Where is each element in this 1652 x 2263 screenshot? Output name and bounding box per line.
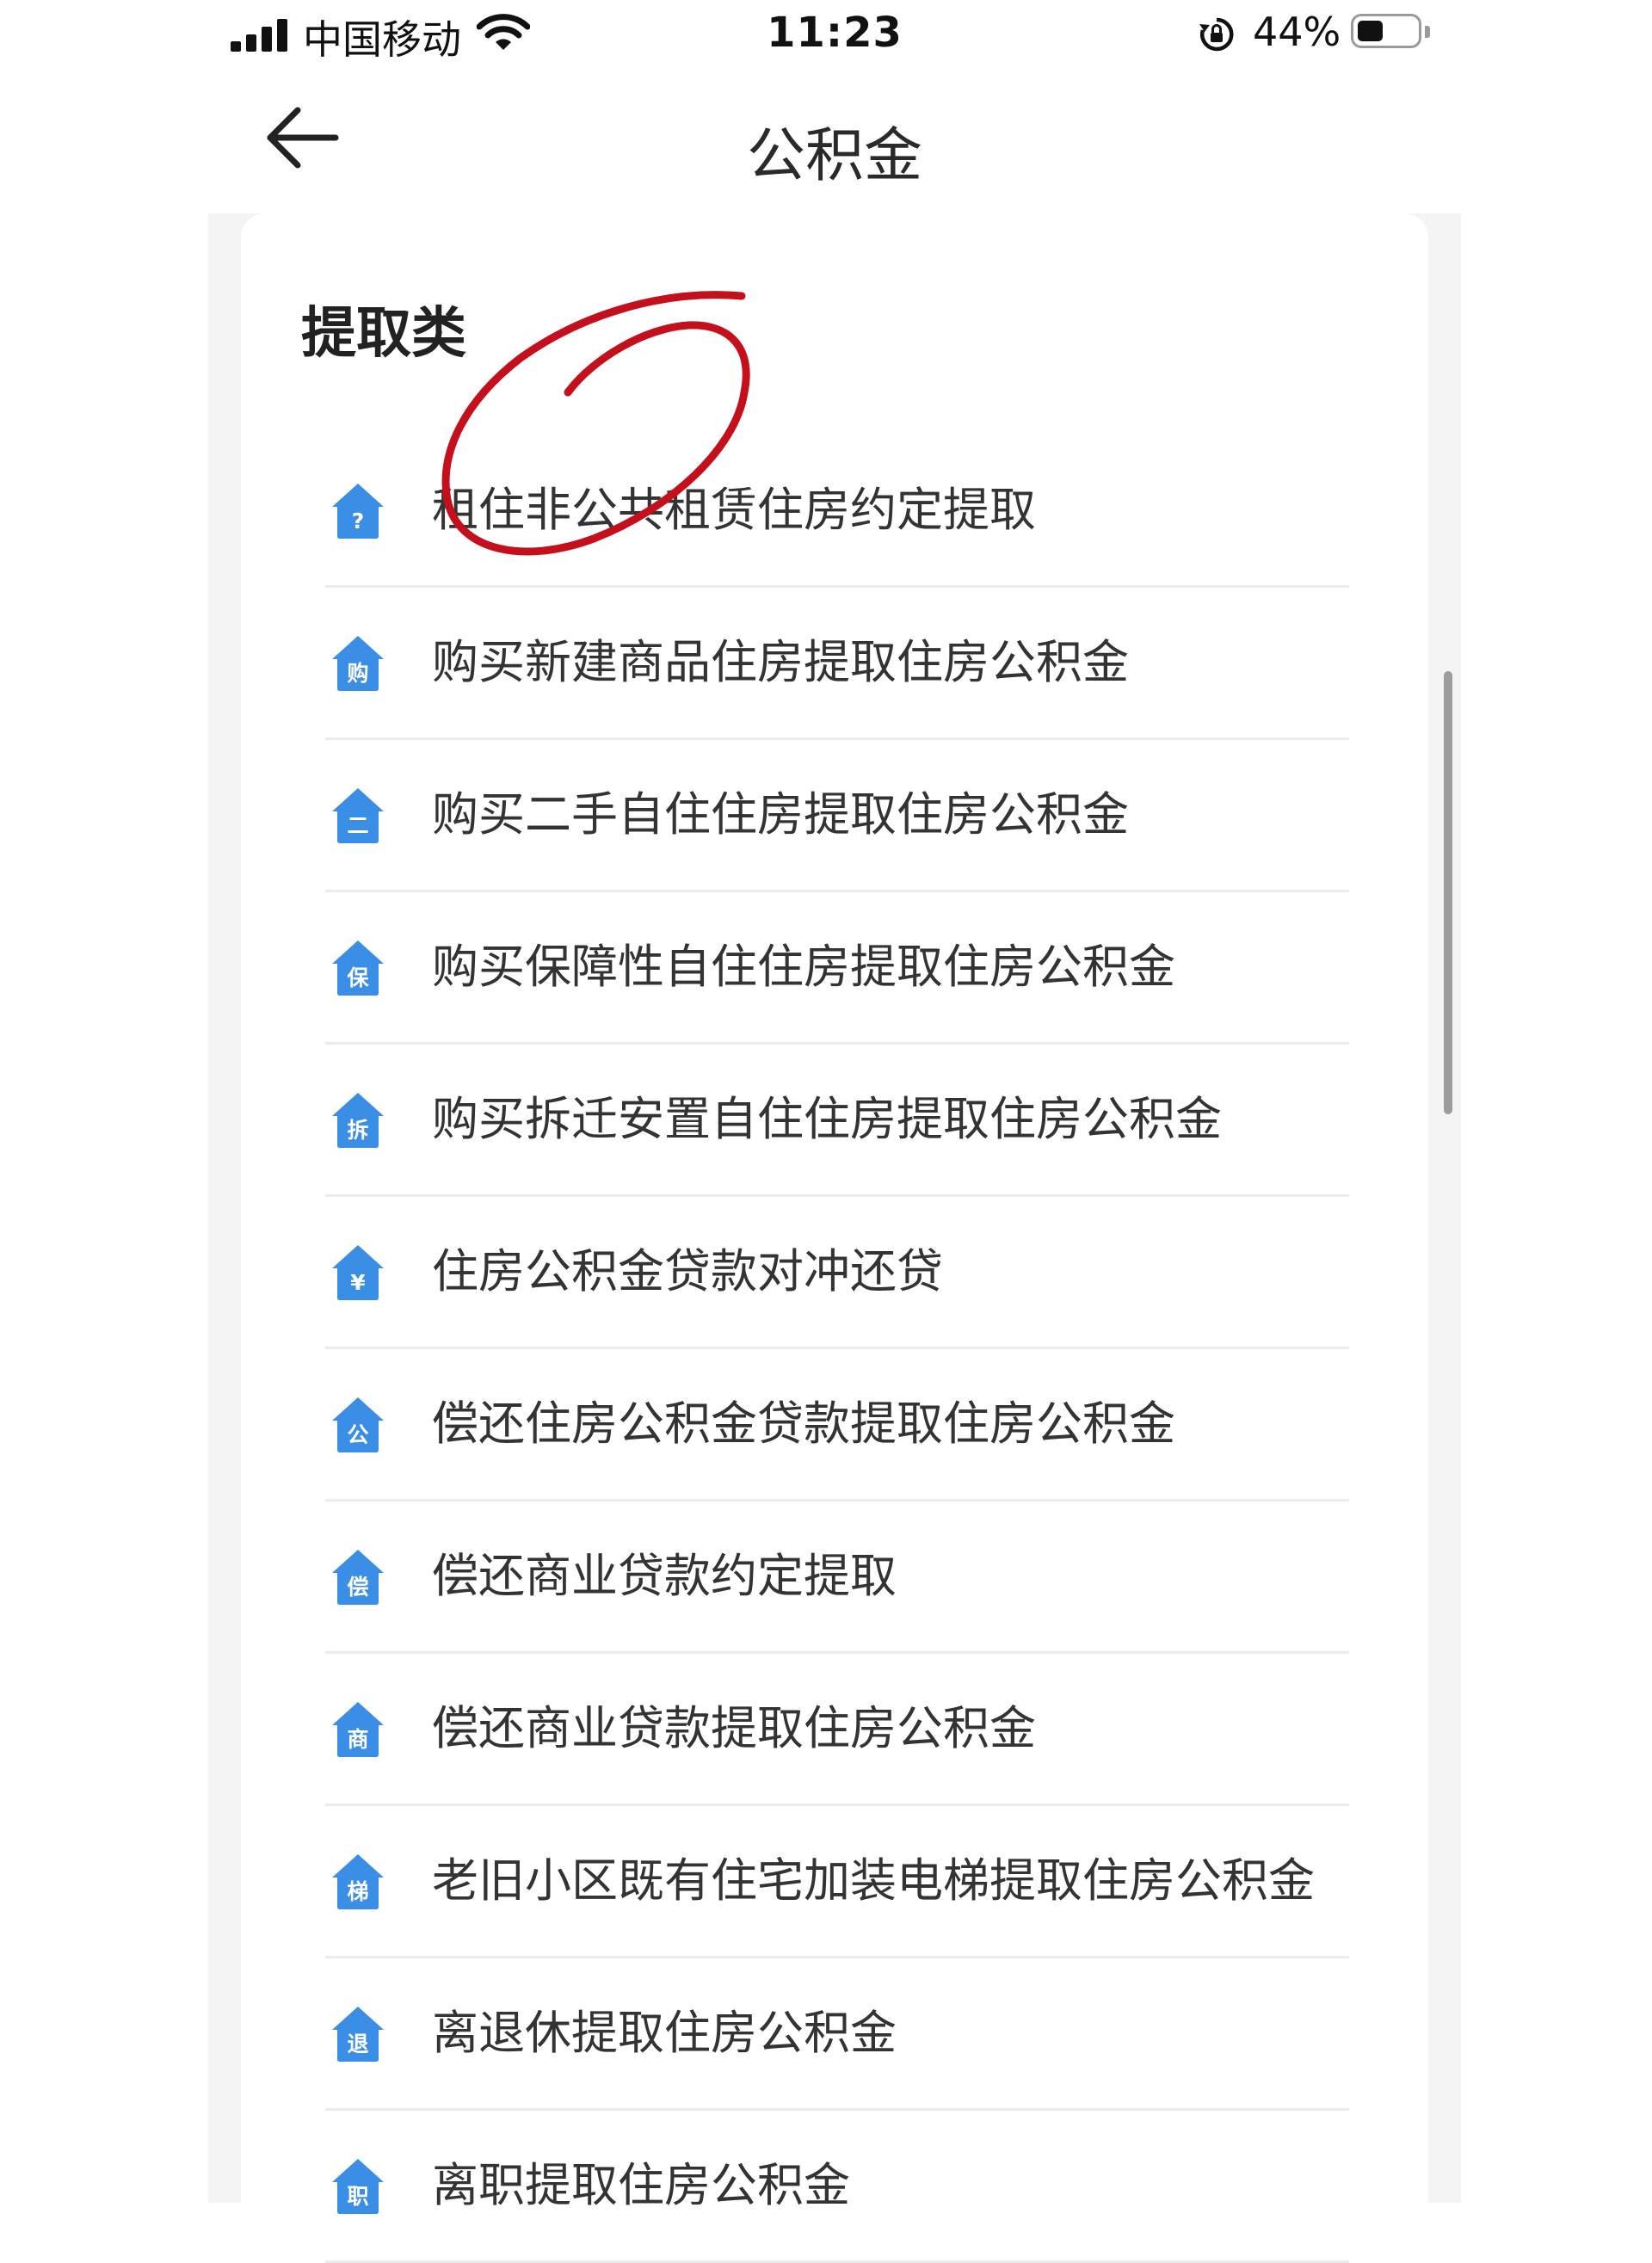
battery-level [1358,21,1383,41]
house-icon: 梯 [330,1852,385,1910]
house-icon: 公 [330,1395,385,1453]
list-item[interactable]: 购 购买新建商品住房提取住房公积金 [325,588,1349,740]
house-icon: 二 [330,786,385,844]
list-item-label: 住房公积金贷款对冲还贷 [432,1244,943,1298]
house-icon-glyph: ? [352,509,365,533]
house-icon: 商 [330,1699,385,1758]
house-icon: 拆 [330,1090,385,1149]
page-title: 公积金 [746,122,922,190]
list-item[interactable]: 保 购买保障性自住住房提取住房公积金 [325,892,1349,1045]
list-item-label: 购买新建商品住房提取住房公积金 [432,635,1129,689]
list-item[interactable]: ¥ 住房公积金贷款对冲还贷 [325,1197,1349,1349]
house-icon-glyph: 职 [347,2184,368,2209]
list-item-label: 偿还商业贷款提取住房公积金 [432,1701,1036,1755]
house-icon: 职 [330,2156,385,2215]
list-item[interactable]: 商 偿还商业贷款提取住房公积金 [325,1654,1349,1806]
house-icon-glyph: 退 [347,2032,368,2056]
list-item-label: 偿还商业贷款约定提取 [432,1549,897,1603]
house-icon-glyph: 购 [347,661,368,686]
battery-icon [1351,14,1421,48]
list-item-label: 购买保障性自住住房提取住房公积金 [432,940,1175,994]
list-item-label: 离职提取住房公积金 [432,2158,850,2212]
house-icon: 保 [330,938,385,996]
list-item[interactable]: 偿 偿还商业贷款约定提取 [325,1501,1349,1654]
status-bar: 中国移动 11:23 44% [208,0,1461,69]
house-icon-glyph: 偿 [347,1575,368,1600]
list-item-label: 离退休提取住房公积金 [432,2006,897,2060]
house-icon: ¥ [330,1242,385,1301]
battery-cap [1425,26,1430,38]
phone-screen: 中国移动 11:23 44% 公积金 提取类 ? 租住非公共租赁住房约定提取 购… [208,0,1461,2263]
battery-percentage: 44% [1253,9,1341,55]
list-item[interactable]: 公 偿还住房公积金贷款提取住房公积金 [325,1349,1349,1501]
house-icon-glyph: 梯 [347,1879,368,1904]
list-item[interactable]: 退 离退休提取住房公积金 [325,1958,1349,2111]
house-icon-glyph: 公 [347,1422,368,1447]
house-icon-glyph: ¥ [350,1270,366,1295]
section-title: 提取类 [301,302,466,366]
list-item-label: 租住非公共租赁住房约定提取 [432,483,1036,537]
list-item[interactable]: 二 购买二手自住住房提取住房公积金 [325,740,1349,892]
list-item-label: 购买二手自住住房提取住房公积金 [432,787,1129,842]
list-item[interactable]: ? 租住非公共租赁住房约定提取 [325,435,1349,588]
house-icon: 购 [330,633,385,692]
scrollbar[interactable] [1444,671,1452,1114]
house-icon: ? [330,481,385,540]
list-item-label: 偿还住房公积金贷款提取住房公积金 [432,1397,1175,1451]
house-icon-glyph: 拆 [347,1118,368,1143]
nav-header: 公积金 [208,82,1461,194]
rotation-lock-icon [1198,15,1236,53]
withdrawal-list: ? 租住非公共租赁住房约定提取 购 购买新建商品住房提取住房公积金 二 购买二手… [325,435,1349,2263]
house-icon: 偿 [330,1547,385,1606]
list-item[interactable]: 职 离职提取住房公积金 [325,2111,1349,2263]
house-icon-glyph: 二 [347,813,368,838]
house-icon-glyph: 商 [347,1727,368,1752]
withdrawal-card: 提取类 ? 租住非公共租赁住房约定提取 购 购买新建商品住房提取住房公积金 二 … [241,213,1428,2263]
list-item-label: 老旧小区既有住宅加装电梯提取住房公积金 [432,1853,1315,1908]
house-icon: 退 [330,2004,385,2063]
list-item[interactable]: 拆 购买拆迁安置自住住房提取住房公积金 [325,1045,1349,1197]
list-item-label: 购买拆迁安置自住住房提取住房公积金 [432,1092,1222,1146]
house-icon-glyph: 保 [346,965,369,990]
list-item[interactable]: 梯 老旧小区既有住宅加装电梯提取住房公积金 [325,1806,1349,1958]
